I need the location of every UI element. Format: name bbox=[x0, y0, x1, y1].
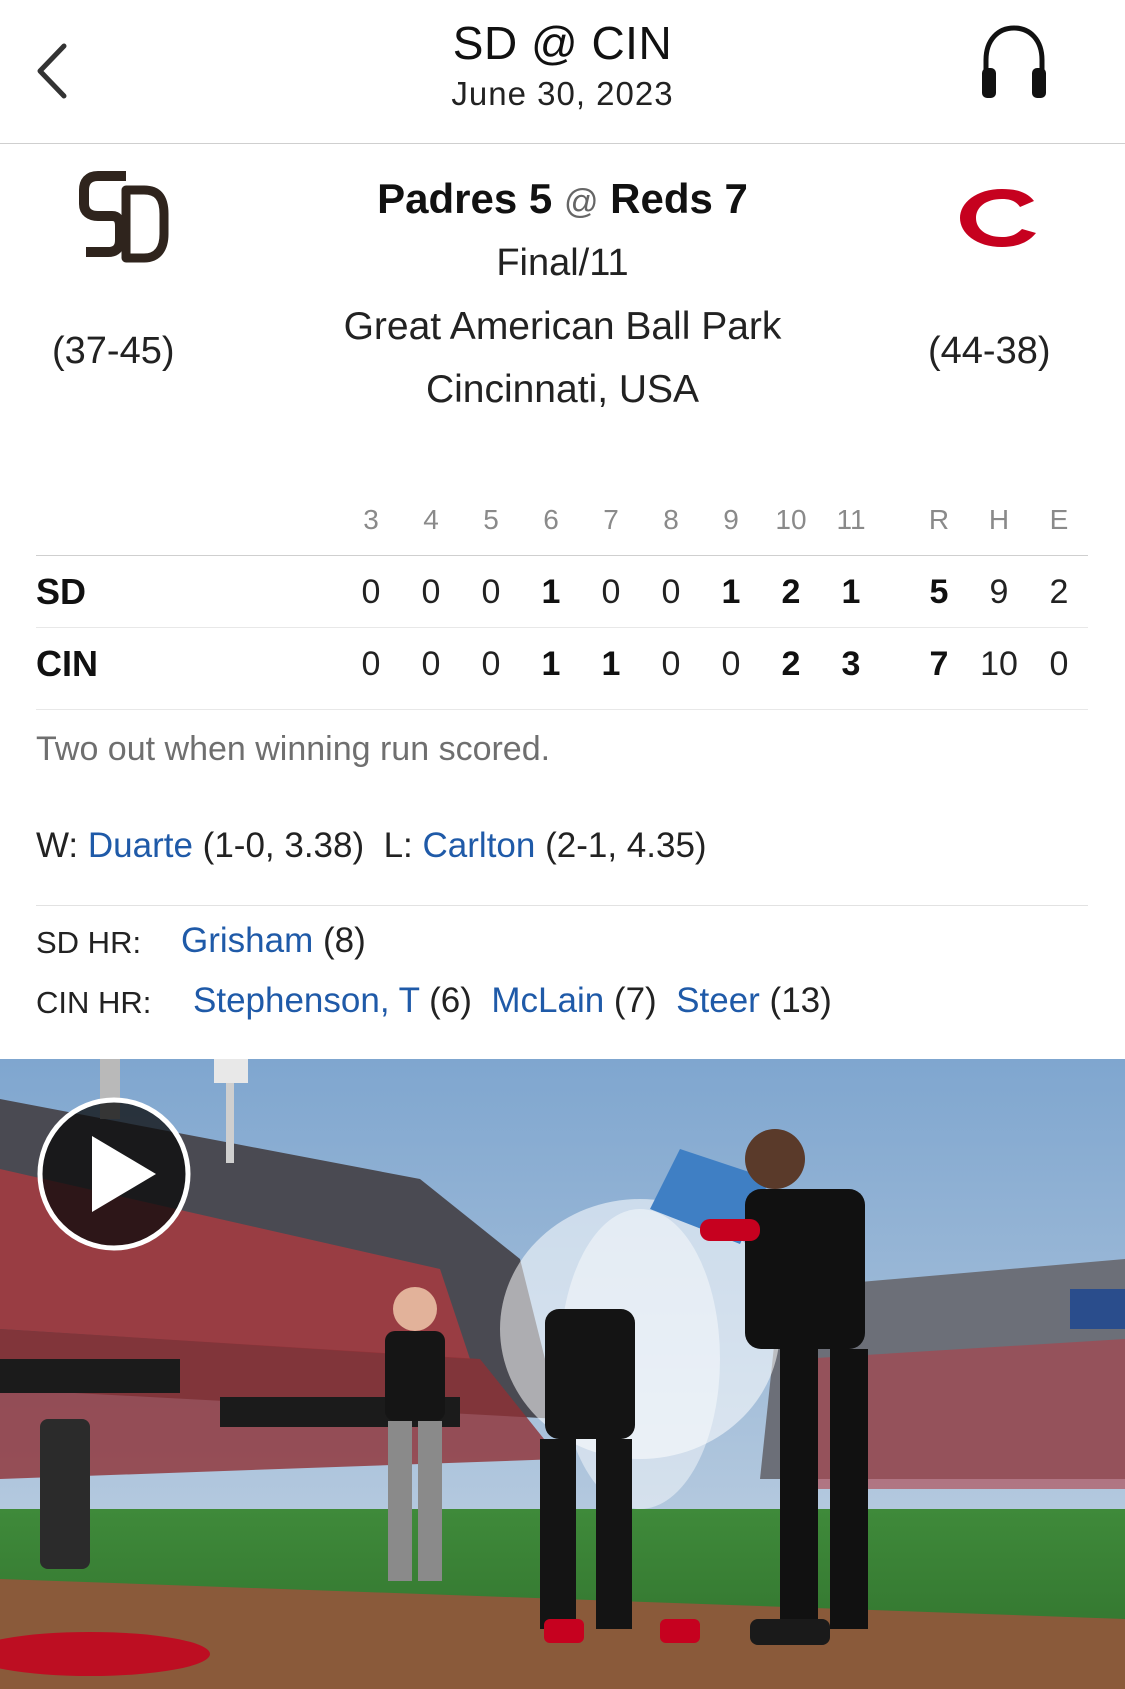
inning-cell: 0 bbox=[421, 645, 441, 683]
runs-cell: 5 bbox=[929, 573, 949, 611]
away-record: (37-45) bbox=[52, 330, 175, 372]
home-team-name: Reds bbox=[610, 175, 713, 222]
inning-header: 3 bbox=[363, 504, 379, 535]
inning-cell: 0 bbox=[361, 573, 381, 611]
inning-cell: 0 bbox=[661, 645, 681, 683]
inning-cell: 0 bbox=[481, 573, 501, 611]
hr-count: (13) bbox=[769, 981, 832, 1020]
inning-cell: 2 bbox=[781, 645, 801, 683]
inning-cell: 0 bbox=[361, 645, 381, 683]
inning-cell: 1 bbox=[601, 645, 621, 683]
game-status: Final/11 bbox=[496, 242, 629, 284]
inning-header: 9 bbox=[723, 504, 739, 535]
sd-hr-list: Grisham (8) bbox=[181, 921, 366, 961]
away-team-name: Padres bbox=[377, 175, 518, 222]
inning-cell: 1 bbox=[841, 573, 861, 611]
nav-header: SD @ CIN June 30, 2023 bbox=[0, 0, 1125, 144]
pitching-decisions: W: Duarte (1-0, 3.38) L: Carlton (2-1, 4… bbox=[36, 826, 707, 866]
inning-cell: 1 bbox=[721, 573, 741, 611]
sd-hr-label: SD HR: bbox=[36, 925, 142, 960]
venue-city: Cincinnati, USA bbox=[425, 368, 700, 411]
win-label: W: bbox=[36, 826, 79, 865]
hr-player-link[interactable]: Steer bbox=[676, 981, 760, 1020]
inning-cell: 1 bbox=[541, 645, 561, 683]
errors-header: E bbox=[1049, 504, 1069, 535]
away-score: 5 bbox=[528, 175, 553, 222]
loss-stats: (2-1, 4.35) bbox=[545, 826, 707, 865]
win-stats: (1-0, 3.38) bbox=[202, 826, 365, 865]
hits-cell: 9 bbox=[989, 573, 1009, 611]
errors-cell: 0 bbox=[1049, 645, 1069, 683]
runs-cell: 7 bbox=[929, 645, 949, 683]
runs-header: R bbox=[928, 504, 950, 535]
loss-label: L: bbox=[383, 826, 413, 865]
inning-header: 7 bbox=[603, 504, 619, 535]
inning-header: 10 bbox=[775, 504, 807, 535]
inning-cell: 1 bbox=[541, 573, 561, 611]
divider bbox=[36, 709, 1088, 710]
play-video-button[interactable] bbox=[34, 1094, 194, 1254]
inning-cell: 0 bbox=[601, 573, 621, 611]
game-date: June 30, 2023 bbox=[451, 75, 674, 112]
divider bbox=[36, 905, 1088, 906]
hr-player-link[interactable]: Stephenson, T bbox=[193, 981, 419, 1020]
hits-header: H bbox=[988, 504, 1010, 535]
hr-count: (6) bbox=[429, 981, 472, 1020]
inning-cell: 0 bbox=[481, 645, 501, 683]
at-symbol: @ bbox=[563, 183, 599, 221]
page-title: SD @ CIN bbox=[452, 17, 673, 69]
cin-hr-label: CIN HR: bbox=[36, 985, 152, 1020]
hr-player-link[interactable]: McLain bbox=[491, 981, 604, 1020]
row-team: CIN bbox=[36, 643, 98, 684]
inning-cell: 3 bbox=[841, 645, 861, 683]
inning-header: 5 bbox=[483, 504, 499, 535]
hits-cell: 10 bbox=[980, 645, 1018, 683]
inning-header: 8 bbox=[663, 504, 679, 535]
hr-player-link[interactable]: Grisham bbox=[181, 921, 313, 960]
inning-header: 11 bbox=[836, 504, 866, 535]
cin-hr-list: Stephenson, T (6) McLain (7) Steer (13) bbox=[193, 981, 832, 1021]
final-score: Padres 5 @ Reds 7 bbox=[0, 175, 1125, 223]
game-note: Two out when winning run scored. bbox=[36, 730, 551, 768]
win-pitcher-link[interactable]: Duarte bbox=[88, 826, 193, 865]
home-record: (44-38) bbox=[928, 330, 1051, 372]
hr-count: (8) bbox=[322, 921, 366, 960]
inning-header: 4 bbox=[423, 504, 439, 535]
headphones-icon[interactable] bbox=[978, 24, 1050, 102]
inning-cell: 0 bbox=[421, 573, 441, 611]
divider bbox=[36, 555, 1088, 556]
inning-cell: 0 bbox=[721, 645, 741, 683]
inning-cell: 2 bbox=[781, 573, 801, 611]
loss-pitcher-link[interactable]: Carlton bbox=[423, 826, 536, 865]
home-score: 7 bbox=[724, 175, 748, 222]
errors-cell: 2 bbox=[1049, 573, 1069, 611]
inning-cell: 0 bbox=[661, 573, 681, 611]
inning-header: 6 bbox=[543, 504, 559, 535]
hr-count: (7) bbox=[613, 981, 657, 1020]
row-team: SD bbox=[36, 571, 87, 612]
divider bbox=[36, 627, 1088, 628]
